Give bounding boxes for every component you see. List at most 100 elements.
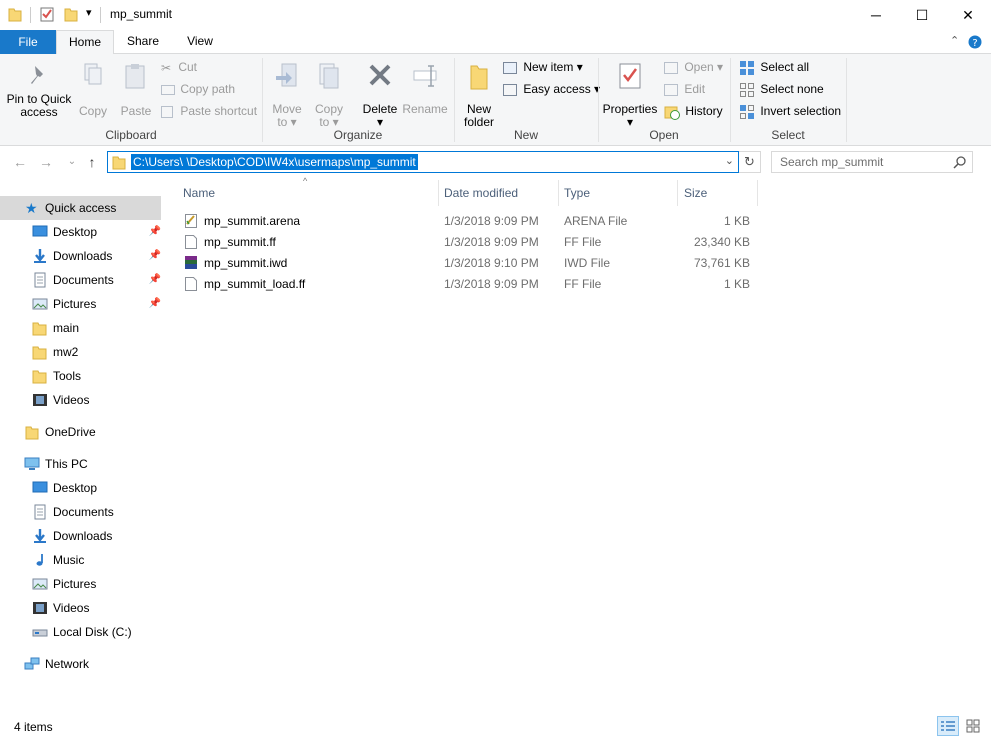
address-bar[interactable]: C:\Users\ \Desktop\COD\IW4x\usermaps\mp_… xyxy=(107,151,739,173)
column-divider[interactable] xyxy=(438,180,439,206)
back-arrow-icon: ← xyxy=(13,154,27,170)
file-size: 1 KB xyxy=(723,214,750,228)
network-icon xyxy=(24,657,40,670)
nav-this-pc-item[interactable]: Pictures xyxy=(0,572,161,596)
invert-selection-button[interactable]: Invert selection xyxy=(739,101,841,121)
paste-label: Paste xyxy=(120,104,152,118)
nav-this-pc-item[interactable]: Downloads xyxy=(0,524,161,548)
new-item-button[interactable]: New item ▾ xyxy=(503,57,583,77)
nav-this-pc-item[interactable]: Documents xyxy=(0,500,161,524)
tab-share[interactable]: Share xyxy=(114,30,172,54)
column-divider[interactable] xyxy=(677,180,678,206)
minimize-button[interactable]: ─ xyxy=(853,0,899,30)
column-divider[interactable] xyxy=(558,180,559,206)
nav-this-pc-item[interactable]: Music xyxy=(0,548,161,572)
nav-quick-access-item[interactable]: mw2 xyxy=(0,340,161,364)
new-folder-icon xyxy=(470,65,488,90)
recent-locations-button[interactable]: ⌄ xyxy=(62,152,82,172)
nav-item-label: Music xyxy=(53,553,85,567)
nav-quick-access-item[interactable]: Downloads 📌 xyxy=(0,244,161,268)
cut-button[interactable]: ✂ Cut xyxy=(161,57,197,77)
back-button[interactable]: ← xyxy=(10,152,30,172)
pin-icon[interactable]: 📌 xyxy=(149,268,161,292)
documents-icon xyxy=(34,504,46,520)
nav-this-pc[interactable]: This PC xyxy=(0,452,161,476)
paste-shortcut-button[interactable]: Paste shortcut xyxy=(161,101,257,121)
nav-quick-access-item[interactable]: Videos xyxy=(0,388,161,412)
select-none-button[interactable]: Select none xyxy=(739,79,824,99)
file-row[interactable]: mp_summit_load.ff 1/3/2018 9:09 PM FF File… xyxy=(176,274,758,295)
file-row[interactable]: mp_summit.arena 1/3/2018 9:09 PM ARENA Fil… xyxy=(176,211,758,232)
file-row[interactable]: mp_summit.ff 1/3/2018 9:09 PM FF File 23,34… xyxy=(176,232,758,253)
maximize-button[interactable]: ☐ xyxy=(899,0,945,30)
nav-this-pc-item[interactable]: Local Disk (C:) xyxy=(0,620,161,644)
pin-icon[interactable]: 📌 xyxy=(149,292,161,316)
forward-button[interactable]: → xyxy=(36,152,56,172)
easy-access-icon xyxy=(503,83,517,96)
select-all-button[interactable]: Select all xyxy=(739,57,809,77)
nav-onedrive-label: OneDrive xyxy=(45,425,96,439)
new-folder-button[interactable]: New folder xyxy=(458,62,500,129)
nav-quick-access-item[interactable]: Desktop 📌 xyxy=(0,220,161,244)
open-button[interactable]: Open ▾ xyxy=(664,57,723,77)
paste-button[interactable]: Paste xyxy=(117,62,155,118)
status-bar: 4 items xyxy=(0,716,991,738)
nav-network[interactable]: Network xyxy=(0,652,161,676)
file-row[interactable]: mp_summit.iwd 1/3/2018 9:10 PM IWD File 73,… xyxy=(176,253,758,274)
copy-path-button[interactable]: Copy path xyxy=(161,79,235,99)
maximize-icon: ☐ xyxy=(915,6,929,23)
properties-qat-icon[interactable] xyxy=(40,6,56,22)
select-all-icon xyxy=(740,60,754,75)
delete-button[interactable]: Delete ▾ xyxy=(360,62,400,129)
column-header-type[interactable]: Type xyxy=(564,180,674,206)
copy-path-icon xyxy=(161,84,175,95)
search-box[interactable]: Search mp_summit xyxy=(771,151,973,173)
pin-icon[interactable]: 📌 xyxy=(149,244,161,268)
column-header-date[interactable]: Date modified xyxy=(444,180,554,206)
qat-dropdown-icon[interactable]: ▾ xyxy=(86,6,92,19)
nav-quick-access-item[interactable]: main xyxy=(0,316,161,340)
address-path-text[interactable]: C:\Users\ \Desktop\COD\IW4x\usermaps\mp_… xyxy=(131,154,418,170)
minimize-ribbon-icon[interactable]: ⌃ xyxy=(950,34,959,47)
nav-quick-access-item[interactable]: Documents 📌 xyxy=(0,268,161,292)
refresh-button[interactable]: ↻ xyxy=(739,151,761,173)
nav-item-label: Pictures xyxy=(53,297,97,311)
history-button[interactable]: History xyxy=(664,101,723,121)
rename-button[interactable]: Rename xyxy=(402,62,448,116)
copy-button[interactable]: Copy xyxy=(76,62,110,118)
computer-icon xyxy=(24,457,40,470)
close-button[interactable]: ✕ xyxy=(945,0,991,30)
move-to-button[interactable]: Move to ▾ xyxy=(268,62,306,129)
pin-to-quick-access-button[interactable]: Pin to Quick access xyxy=(4,62,74,119)
tab-file[interactable]: File xyxy=(0,30,56,54)
nav-quick-access[interactable]: ★ Quick access xyxy=(0,196,161,220)
paste-shortcut-label: Paste shortcut xyxy=(180,104,258,118)
column-divider[interactable] xyxy=(757,180,758,206)
tab-view[interactable]: View xyxy=(172,30,228,54)
help-icon[interactable]: ? xyxy=(968,35,982,49)
nav-onedrive[interactable]: OneDrive xyxy=(0,420,161,444)
nav-this-pc-label: This PC xyxy=(45,457,88,471)
ribbon-tabs: File Home Share View ⌃ ? xyxy=(0,30,991,55)
pin-icon[interactable]: 📌 xyxy=(149,220,161,244)
details-view-button[interactable] xyxy=(937,716,959,736)
address-dropdown-icon[interactable]: ⌄ xyxy=(725,154,734,167)
edit-button[interactable]: Edit xyxy=(664,79,705,99)
large-icons-view-button[interactable] xyxy=(962,716,984,736)
properties-button[interactable]: Properties ▾ xyxy=(602,62,658,129)
column-header-name[interactable]: Name xyxy=(183,180,433,206)
file-name: mp_summit.arena xyxy=(204,214,301,228)
nav-this-pc-item[interactable]: Desktop xyxy=(0,476,161,500)
easy-access-button[interactable]: Easy access ▾ xyxy=(503,79,600,99)
tab-home[interactable]: Home xyxy=(56,30,114,55)
pin-label-line2: access xyxy=(20,105,58,119)
nav-quick-access-item[interactable]: Pictures 📌 xyxy=(0,292,161,316)
up-button[interactable]: ↑ xyxy=(82,152,102,172)
nav-this-pc-item[interactable]: Videos xyxy=(0,596,161,620)
copy-to-button[interactable]: Copy to ▾ xyxy=(310,62,348,129)
nav-quick-access-item[interactable]: Tools xyxy=(0,364,161,388)
select-none-label: Select none xyxy=(760,82,824,96)
nav-item-label: Downloads xyxy=(53,529,113,543)
new-folder-qat-icon[interactable] xyxy=(64,6,78,22)
column-header-size[interactable]: Size xyxy=(684,180,754,206)
